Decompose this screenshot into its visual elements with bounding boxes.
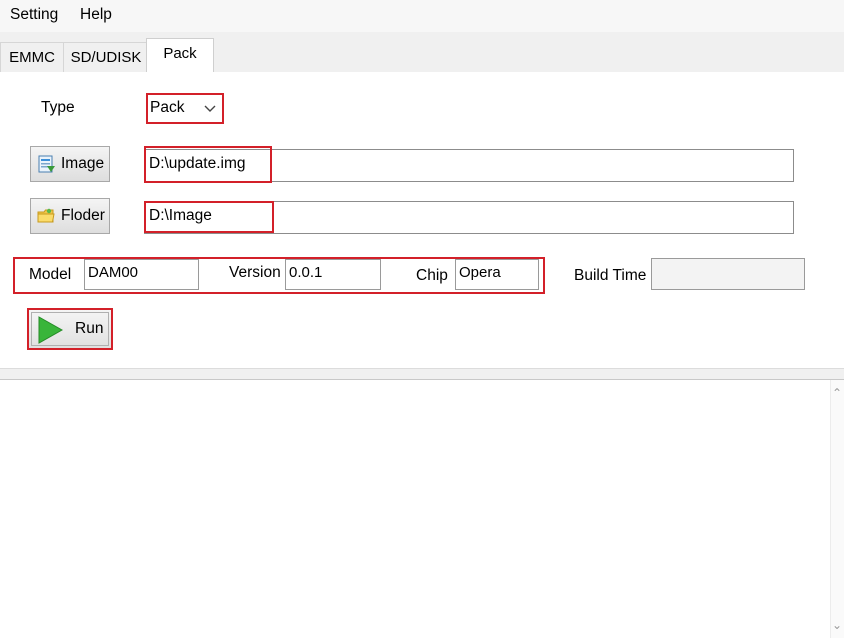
run-button[interactable]: Run — [27, 308, 113, 350]
scroll-down-icon[interactable]: ⌄ — [832, 618, 842, 632]
scroll-up-icon[interactable]: ⌃ — [832, 386, 842, 400]
splitter[interactable] — [0, 368, 844, 380]
folder-button-label: Floder — [61, 207, 105, 224]
build-time-field — [651, 258, 805, 290]
model-label: Model — [29, 266, 72, 283]
tab-pack[interactable]: Pack — [146, 38, 214, 74]
version-value: 0.0.1 — [289, 264, 323, 281]
type-label: Type — [41, 99, 75, 116]
folder-path-value: D:\Image — [149, 207, 212, 224]
image-button-label: Image — [61, 155, 105, 172]
folder-button[interactable]: Floder — [30, 198, 110, 234]
model-value: DAM00 — [88, 264, 139, 281]
menu-bar — [0, 0, 844, 32]
play-icon — [38, 316, 63, 344]
chip-field[interactable]: Opera — [455, 259, 539, 290]
image-button[interactable]: Image — [30, 146, 110, 182]
chip-value: Opera — [459, 264, 501, 281]
tab-sd-udisk[interactable]: SD/UDISK — [63, 42, 149, 73]
log-scrollbar[interactable]: ⌃ ⌄ — [830, 380, 844, 638]
build-time-label: Build Time — [574, 267, 647, 284]
type-select[interactable]: Pack — [146, 93, 224, 124]
chevron-down-icon — [204, 105, 216, 112]
version-field[interactable]: 0.0.1 — [285, 259, 381, 290]
type-select-value: Pack — [150, 99, 185, 116]
image-file-icon — [38, 155, 55, 173]
menu-help[interactable]: Help — [80, 6, 112, 24]
tab-emmc[interactable]: EMMC — [0, 42, 64, 73]
folder-icon — [37, 208, 55, 223]
image-path-value: D:\update.img — [149, 155, 246, 172]
menu-setting[interactable]: Setting — [10, 6, 58, 24]
log-output[interactable] — [0, 380, 830, 638]
model-field[interactable]: DAM00 — [84, 259, 199, 290]
version-label: Version — [229, 264, 281, 281]
chip-label: Chip — [416, 267, 448, 284]
run-button-label: Run — [75, 320, 104, 337]
